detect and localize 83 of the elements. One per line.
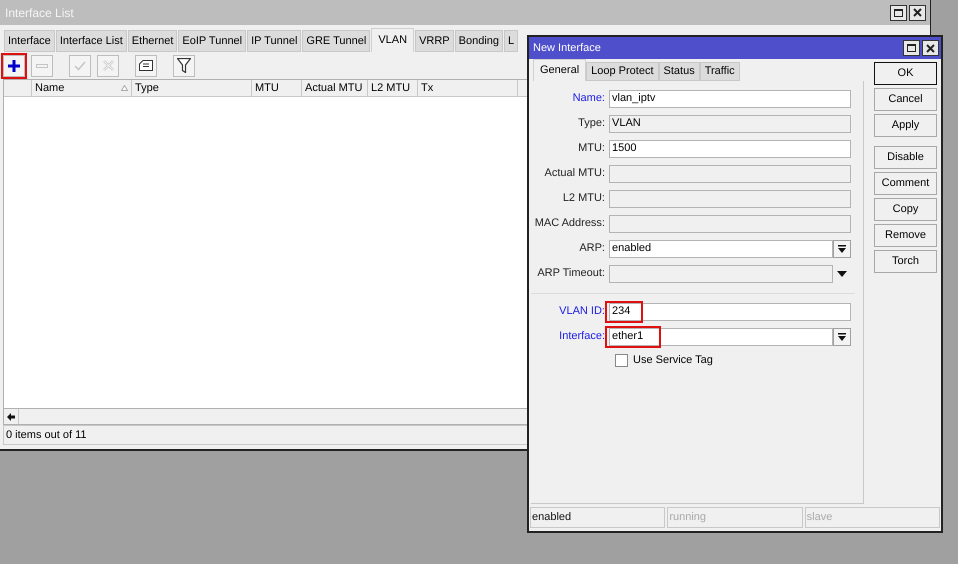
close-icon bbox=[913, 8, 922, 17]
field-label: MTU: bbox=[577, 141, 606, 156]
field-label: ARP: bbox=[578, 241, 606, 256]
input-field[interactable]: enabled bbox=[609, 240, 833, 258]
column-label: Actual MTU bbox=[305, 82, 362, 94]
dropdown-button[interactable] bbox=[833, 328, 851, 346]
tab[interactable]: IP Tunnel bbox=[247, 30, 302, 52]
maximize-button[interactable] bbox=[890, 4, 907, 20]
tab[interactable]: GRE Tunnel bbox=[302, 30, 370, 52]
status-cell: running bbox=[667, 507, 803, 528]
tab[interactable]: General bbox=[533, 59, 586, 81]
filter-button[interactable] bbox=[173, 54, 195, 76]
tab[interactable]: VLAN bbox=[371, 28, 414, 52]
dialog-button[interactable]: Torch bbox=[874, 250, 937, 273]
field-label: MAC Address: bbox=[534, 216, 606, 232]
plus-icon bbox=[8, 60, 20, 72]
dialog-button[interactable]: Disable bbox=[874, 146, 937, 169]
status-text: 0 items out of 11 bbox=[6, 428, 87, 443]
dialog-button[interactable]: OK bbox=[874, 62, 937, 85]
column-label: Name bbox=[35, 82, 64, 94]
comment-button[interactable] bbox=[135, 54, 157, 76]
field-label: ARP Timeout: bbox=[536, 266, 606, 282]
cross-icon bbox=[102, 60, 114, 71]
close-button[interactable] bbox=[909, 4, 926, 20]
column-header[interactable]: Actual MTU bbox=[302, 80, 368, 96]
tab[interactable]: L bbox=[504, 30, 518, 52]
dialog-button[interactable]: Cancel bbox=[874, 88, 937, 111]
column-label: Tx bbox=[421, 82, 434, 94]
note-icon bbox=[139, 60, 153, 71]
dialog-button[interactable]: Copy bbox=[874, 198, 937, 221]
tab[interactable]: Bonding bbox=[454, 30, 504, 52]
dialog-button[interactable]: Comment bbox=[874, 172, 937, 195]
close-button[interactable] bbox=[922, 40, 939, 56]
dialog-button[interactable]: Remove bbox=[874, 224, 937, 247]
input-field[interactable]: VLAN bbox=[609, 114, 851, 132]
dropdown-button[interactable] bbox=[833, 240, 851, 258]
maximize-button[interactable] bbox=[903, 40, 920, 56]
sort-icon bbox=[121, 85, 128, 91]
input-field[interactable] bbox=[609, 214, 851, 232]
field-label: Type: bbox=[577, 116, 606, 132]
column-header[interactable]: L2 MTU bbox=[368, 80, 418, 96]
dialog-title: New Interface bbox=[533, 40, 601, 56]
status-cell: slave bbox=[804, 507, 940, 528]
triangle-icon bbox=[837, 270, 847, 276]
tab[interactable]: EoIP Tunnel bbox=[178, 30, 246, 52]
tab[interactable]: Interface bbox=[4, 30, 55, 52]
field-label: Name: bbox=[572, 91, 606, 106]
field-label: VLAN ID: bbox=[558, 304, 606, 320]
column-label: Type bbox=[135, 82, 159, 94]
status-cell: enabled bbox=[530, 507, 666, 528]
highlight-frame bbox=[605, 326, 661, 348]
dropdown-arrow-icon bbox=[838, 332, 846, 340]
input-field[interactable]: vlan_iptv bbox=[609, 90, 851, 108]
filter-icon bbox=[177, 58, 191, 73]
field-label: Actual MTU: bbox=[543, 166, 606, 182]
minus-icon bbox=[36, 64, 48, 68]
tab[interactable]: Interface List bbox=[56, 30, 127, 52]
tab[interactable]: Ethernet bbox=[128, 30, 178, 52]
tab[interactable]: Traffic bbox=[700, 62, 740, 81]
input-field[interactable] bbox=[609, 264, 833, 282]
column-header[interactable]: MTU bbox=[252, 80, 302, 96]
field-label: L2 MTU: bbox=[562, 191, 606, 206]
tab[interactable]: Status bbox=[658, 62, 700, 81]
input-field[interactable] bbox=[609, 190, 851, 208]
tab[interactable]: VRRP bbox=[415, 30, 454, 52]
close-icon bbox=[926, 44, 935, 52]
column-header[interactable]: Name bbox=[32, 80, 132, 96]
column-label: MTU bbox=[255, 82, 279, 94]
column-header[interactable]: Tx bbox=[418, 80, 518, 96]
checkbox-label: Use Service Tag bbox=[633, 352, 713, 368]
tab[interactable]: Loop Protect bbox=[586, 62, 659, 81]
add-button[interactable] bbox=[3, 54, 25, 76]
column-label: L2 MTU bbox=[371, 82, 410, 94]
field-label: Interface: bbox=[558, 329, 606, 344]
dropdown-arrow-icon bbox=[838, 244, 846, 252]
input-field[interactable]: 1500 bbox=[609, 140, 851, 158]
column-header[interactable]: Type bbox=[132, 80, 252, 96]
highlight-frame bbox=[605, 300, 643, 322]
input-field[interactable] bbox=[609, 164, 851, 182]
check-icon bbox=[74, 60, 86, 70]
left-arrow-icon bbox=[7, 412, 15, 420]
dialog-button[interactable]: Apply bbox=[874, 114, 937, 137]
checkbox[interactable] bbox=[615, 354, 628, 366]
